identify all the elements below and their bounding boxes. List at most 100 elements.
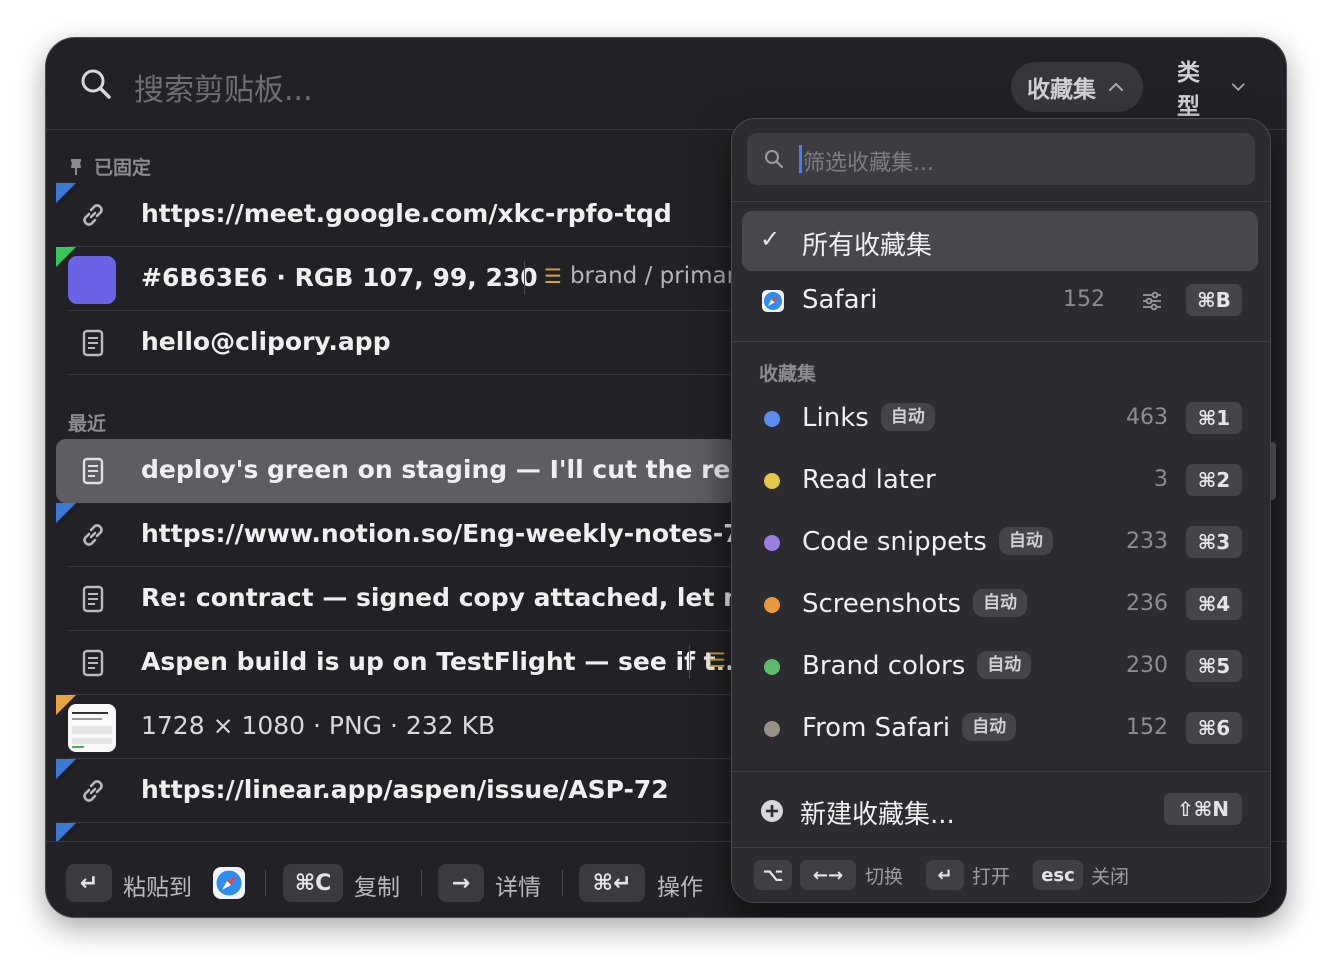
shortcut-badge: ⌘6 <box>1186 712 1242 744</box>
details-label: 详情 <box>495 875 541 901</box>
shortcut-badge: ⌘3 <box>1186 526 1242 558</box>
list-item[interactable]: Re: contract — signed copy attached, let… <box>56 567 826 631</box>
list-item[interactable]: #6B63E6 · RGB 107, 99, 230 ☰ brand / prim… <box>56 247 750 311</box>
collections-section-header: 收藏集 <box>759 363 817 385</box>
item-count: 463 <box>1126 405 1168 430</box>
text-document-icon <box>82 457 104 485</box>
copy-key[interactable]: ⌘C <box>283 864 343 902</box>
collection-item-from-safari[interactable]: From Safari 自动 152 ⌘6 <box>742 699 1258 759</box>
list-item-selected[interactable]: deploy's green on staging — I'll cut the… <box>56 439 830 503</box>
collection-filter-input[interactable]: 筛选收藏集... <box>747 133 1255 185</box>
switch-label: 切换 <box>865 866 904 888</box>
item-label: Brand colors <box>802 651 966 681</box>
enter-key: ↵ <box>926 860 964 890</box>
collection-corner-marker <box>56 759 76 779</box>
item-label: Links <box>802 403 869 433</box>
arrows-key: ←→ <box>800 860 856 890</box>
text-document-icon <box>82 585 104 613</box>
item-text: deploy's green on staging — I'll cut the… <box>141 455 831 484</box>
clipboard-window: 搜索剪贴板... 收藏集 类型 已固定 https://meet.google.… <box>45 37 1287 918</box>
safari-icon <box>213 867 245 899</box>
safari-icon <box>762 290 784 312</box>
pinned-section-header: 已固定 <box>68 153 151 180</box>
search-icon <box>81 69 111 99</box>
search-bar: 搜索剪贴板... 收藏集 类型 <box>46 38 1286 130</box>
item-text: Re: contract — signed copy attached, let… <box>141 583 827 612</box>
collection-corner-marker <box>56 183 76 203</box>
item-label: Read later <box>802 465 936 495</box>
collection-corner-marker <box>56 503 76 523</box>
auto-badge: 自动 <box>880 403 935 431</box>
shortcut-badge: ⇧⌘N <box>1164 793 1242 825</box>
collection-color-dot <box>764 535 780 551</box>
dropdown-footer: ⌥ ←→ 切换 ↵ 打开 esc 关闭 <box>732 847 1270 902</box>
screenshot-thumbnail <box>68 704 116 752</box>
search-input[interactable]: 搜索剪贴板... <box>134 65 313 109</box>
link-icon <box>83 780 103 802</box>
list-item[interactable]: https://linear.app/aspen/issue/ASP-72 <box>56 759 736 823</box>
note-icon: ☰ <box>544 264 562 288</box>
all-collections-item[interactable]: ✓ 所有收藏集 <box>742 211 1258 271</box>
list-item[interactable]: Aspen build is up on TestFlight — see if… <box>56 631 744 695</box>
note-icon: ☰ <box>708 648 726 672</box>
details-key[interactable]: → <box>438 864 484 902</box>
item-count: 152 <box>1063 287 1105 312</box>
collection-color-dot <box>764 473 780 489</box>
collection-filter-button[interactable]: 收藏集 <box>1011 62 1143 112</box>
item-text: Aspen build is up on TestFlight — see if… <box>141 647 745 676</box>
item-text: https://meet.google.com/xkc-rpfo-tqd <box>141 199 672 228</box>
paste-label: 粘贴到 <box>123 875 192 901</box>
item-label: 所有收藏集 <box>802 231 933 261</box>
list-item[interactable]: hello@clipory.app <box>56 311 736 375</box>
chevron-down-icon <box>1231 83 1245 91</box>
type-filter-button[interactable]: 类型 <box>1161 60 1261 120</box>
paste-key[interactable]: ↵ <box>66 864 112 902</box>
list-item-partial[interactable] <box>56 823 736 841</box>
item-text: 1728 × 1080 · PNG · 232 KB <box>141 711 496 740</box>
list-item[interactable]: 1728 × 1080 · PNG · 232 KB <box>56 695 736 759</box>
option-key: ⌥ <box>754 860 792 890</box>
auto-badge: 自动 <box>973 589 1028 617</box>
auto-badge: 自动 <box>962 713 1017 741</box>
collection-item-read-later[interactable]: Read later 3 ⌘2 <box>742 451 1258 511</box>
collection-item-links[interactable]: Links 自动 463 ⌘1 <box>742 389 1258 449</box>
list-item[interactable]: https://meet.google.com/xkc-rpfo-tqd <box>56 183 736 247</box>
item-count: 230 <box>1126 653 1168 678</box>
auto-badge: 自动 <box>977 651 1032 679</box>
shortcut-badge: ⌘4 <box>1186 588 1242 620</box>
item-label: 新建收藏集... <box>800 800 955 830</box>
actions-key[interactable]: ⌘↵ <box>579 864 645 902</box>
shortcut-badge: ⌘2 <box>1186 464 1242 496</box>
collection-color-dot <box>764 411 780 427</box>
shortcut-badge: ⌘B <box>1186 284 1242 316</box>
open-label: 打开 <box>972 866 1011 888</box>
sliders-icon[interactable] <box>1141 290 1163 312</box>
item-count: 3 <box>1154 467 1168 492</box>
text-document-icon <box>82 649 104 677</box>
collection-item-code-snippets[interactable]: Code snippets 自动 233 ⌘3 <box>742 513 1258 573</box>
item-count: 152 <box>1126 715 1168 740</box>
filter-placeholder: 筛选收藏集... <box>803 151 934 176</box>
collection-item-brand-colors[interactable]: Brand colors 自动 230 ⌘5 <box>742 637 1258 697</box>
item-text: #6B63E6 · RGB 107, 99, 230 <box>141 263 538 292</box>
list-item[interactable]: https://www.notion.so/Eng-weekly-notes-7… <box>56 503 790 567</box>
item-text: https://linear.app/aspen/issue/ASP-72 <box>141 775 669 804</box>
plus-circle-icon <box>761 800 783 822</box>
type-filter-label: 类型 <box>1177 60 1200 120</box>
text-cursor <box>799 145 802 173</box>
collection-color-dot <box>764 659 780 675</box>
esc-key: esc <box>1033 860 1083 890</box>
shortcut-badge: ⌘1 <box>1186 402 1242 434</box>
collection-color-dot <box>764 597 780 613</box>
collection-filter-label: 收藏集 <box>1027 77 1096 103</box>
shortcut-badge: ⌘5 <box>1186 650 1242 682</box>
item-count: 233 <box>1126 529 1168 554</box>
collection-item-screenshots[interactable]: Screenshots 自动 236 ⌘4 <box>742 575 1258 635</box>
collection-color-dot <box>764 721 780 737</box>
new-collection-button[interactable]: 新建收藏集... ⇧⌘N <box>742 780 1258 840</box>
item-tag: ☰ brand / primary <box>544 263 750 289</box>
item-label: From Safari <box>802 713 951 743</box>
safari-collection-item[interactable]: Safari 152 ⌘B <box>742 271 1258 331</box>
search-icon <box>765 150 784 169</box>
pin-icon <box>71 159 81 175</box>
